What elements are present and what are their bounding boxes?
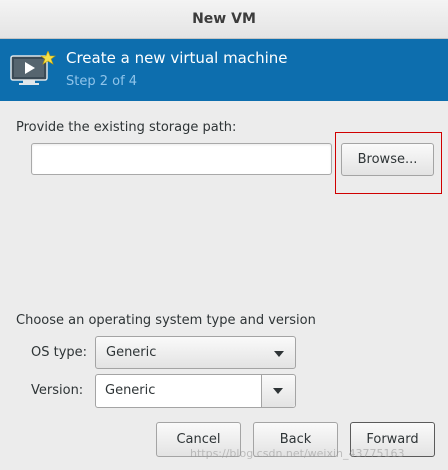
vm-screen-icon xyxy=(10,50,56,93)
chevron-down-icon xyxy=(274,351,284,357)
chevron-down-icon xyxy=(273,388,283,394)
cancel-button-label: Cancel xyxy=(176,432,221,447)
forward-button-label: Forward xyxy=(366,432,419,447)
version-dropdown-button[interactable] xyxy=(261,375,295,407)
highlight-box xyxy=(335,132,442,194)
os-section-label: Choose an operating system type and vers… xyxy=(16,313,316,328)
os-type-value: Generic xyxy=(106,345,157,360)
storage-path-input[interactable] xyxy=(31,143,332,175)
window-titlebar[interactable]: New VM xyxy=(0,0,448,39)
version-combo[interactable]: Generic xyxy=(95,374,296,408)
storage-path-label: Provide the existing storage path: xyxy=(16,120,237,135)
wizard-step: Step 2 of 4 xyxy=(66,74,138,89)
version-value: Generic xyxy=(105,383,156,398)
version-label: Version: xyxy=(31,383,84,398)
wizard-header: Create a new virtual machine Step 2 of 4 xyxy=(0,39,448,101)
window-title: New VM xyxy=(192,11,256,27)
watermark: https://blog.csdn.net/weixin_43775163 xyxy=(190,447,405,460)
wizard-title: Create a new virtual machine xyxy=(66,49,288,67)
os-type-label: OS type: xyxy=(31,345,88,360)
os-type-select[interactable]: Generic xyxy=(95,336,296,369)
back-button-label: Back xyxy=(279,432,312,447)
